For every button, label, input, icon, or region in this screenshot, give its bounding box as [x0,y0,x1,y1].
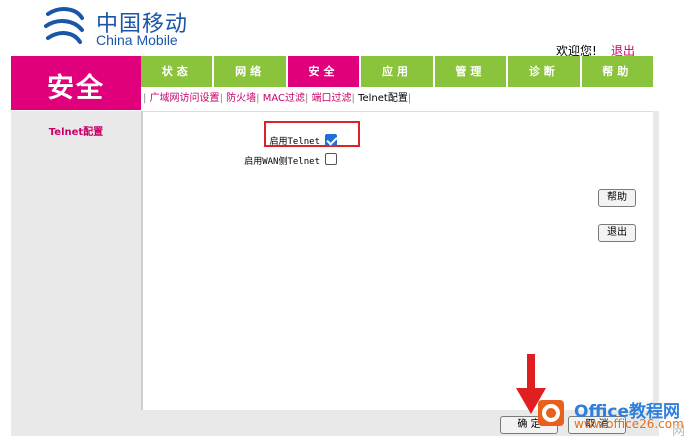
office-logo-icon [538,400,564,426]
tab-diagnosis[interactable]: 诊断 [508,56,582,87]
right-border-strip [653,111,659,410]
main-nav: 状态 网络 安全 应用 管理 诊断 帮助 [141,56,653,87]
tab-management[interactable]: 管理 [434,56,509,87]
subnav-telnet-config[interactable]: Telnet配置 [358,93,408,104]
tab-security[interactable]: 安全 [287,56,362,87]
tab-network[interactable]: 网络 [214,56,288,87]
china-mobile-logo-icon [44,7,84,44]
watermark-url: www.office26.com [574,417,684,431]
page-title-box: 安全 [11,56,141,110]
exit-button[interactable]: 退出 [598,224,636,242]
tab-status[interactable]: 状态 [141,56,215,87]
tab-application[interactable]: 应用 [361,56,435,87]
enable-telnet-label: 启用Telnet [269,137,320,147]
subnav-port-filter[interactable]: 端口过滤 [312,93,352,104]
subnav-mac-filter[interactable]: MAC过滤 [263,93,305,104]
sub-nav: | 广域网访问设置| 防火墙| MAC过滤| 端口过滤| Telnet配置| [143,93,412,104]
page-title: 安全 [47,73,105,104]
sidebar-item-telnet-config[interactable]: Telnet配置 [11,123,141,138]
subnav-firewall[interactable]: 防火墙 [226,93,256,104]
subnav-wan-access[interactable]: 广域网访问设置 [150,93,220,104]
enable-wan-telnet-checkbox[interactable] [325,153,337,165]
enable-wan-telnet-label: 启用WAN侧Telnet [244,157,320,167]
main-panel [141,111,653,410]
logo-english-text: China Mobile [96,32,178,48]
help-button[interactable]: 帮助 [598,189,636,207]
china-mobile-logo: 中国移动 China Mobile [40,4,200,50]
tab-help[interactable]: 帮助 [581,56,653,87]
sidebar: Telnet配置 [11,111,141,410]
watermark-corner-text: 网 [672,424,686,439]
enable-telnet-checkbox[interactable] [325,134,337,146]
